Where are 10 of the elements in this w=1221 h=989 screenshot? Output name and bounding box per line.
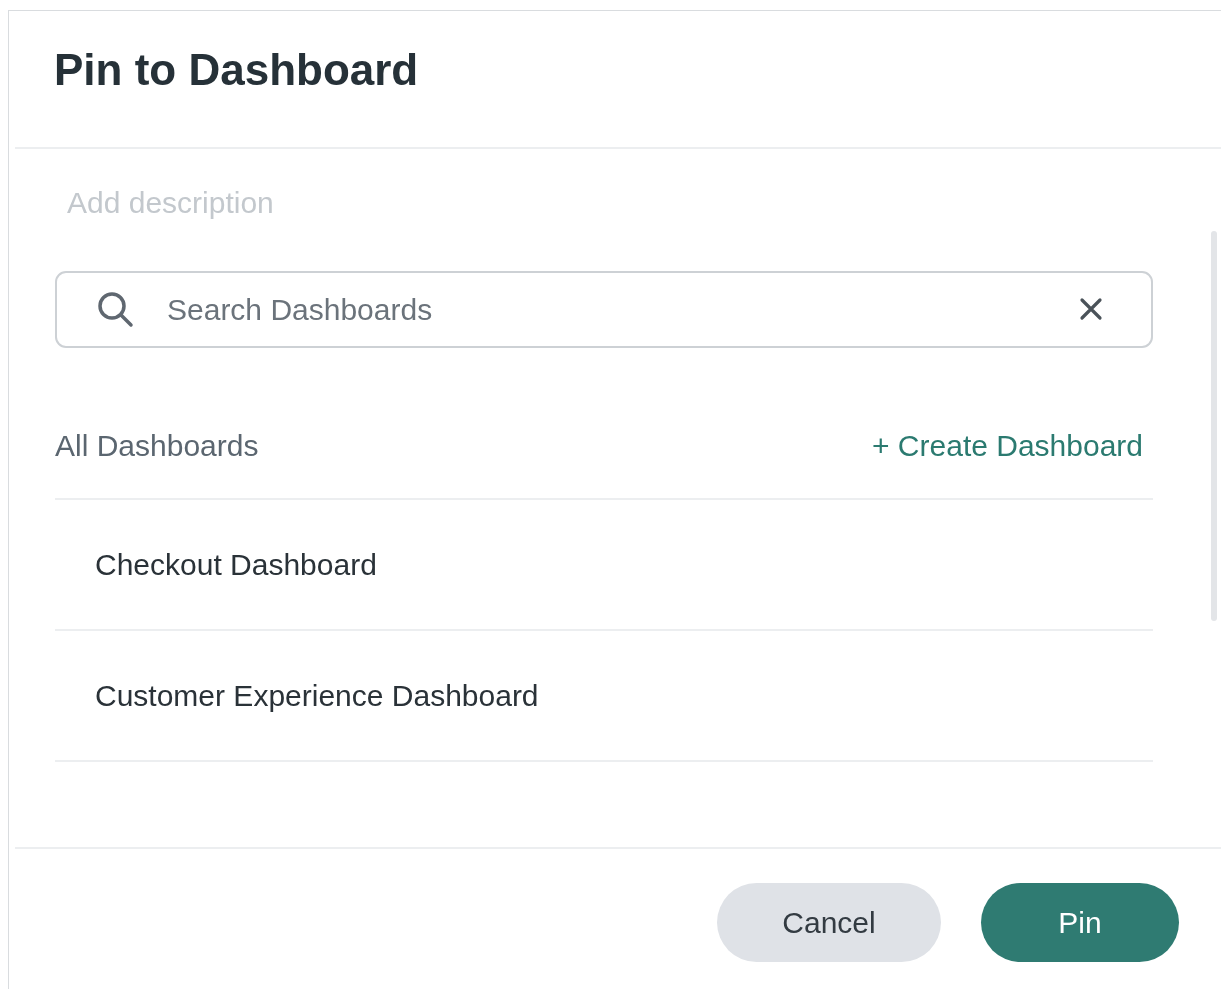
pin-button[interactable]: Pin: [981, 883, 1179, 962]
dialog-title: Pin to Dashboard: [54, 45, 419, 95]
scrollbar[interactable]: [1211, 231, 1217, 621]
cancel-button[interactable]: Cancel: [717, 883, 941, 962]
section-heading: All Dashboards: [55, 429, 259, 463]
dashboard-item[interactable]: Checkout Dashboard: [55, 500, 1153, 631]
create-dashboard-link[interactable]: + Create Dashboard: [872, 429, 1143, 463]
close-icon[interactable]: [1079, 297, 1103, 321]
dashboard-item[interactable]: Customer Experience Dashboard: [55, 631, 1153, 762]
search-field[interactable]: Search Dashboards: [55, 271, 1153, 348]
